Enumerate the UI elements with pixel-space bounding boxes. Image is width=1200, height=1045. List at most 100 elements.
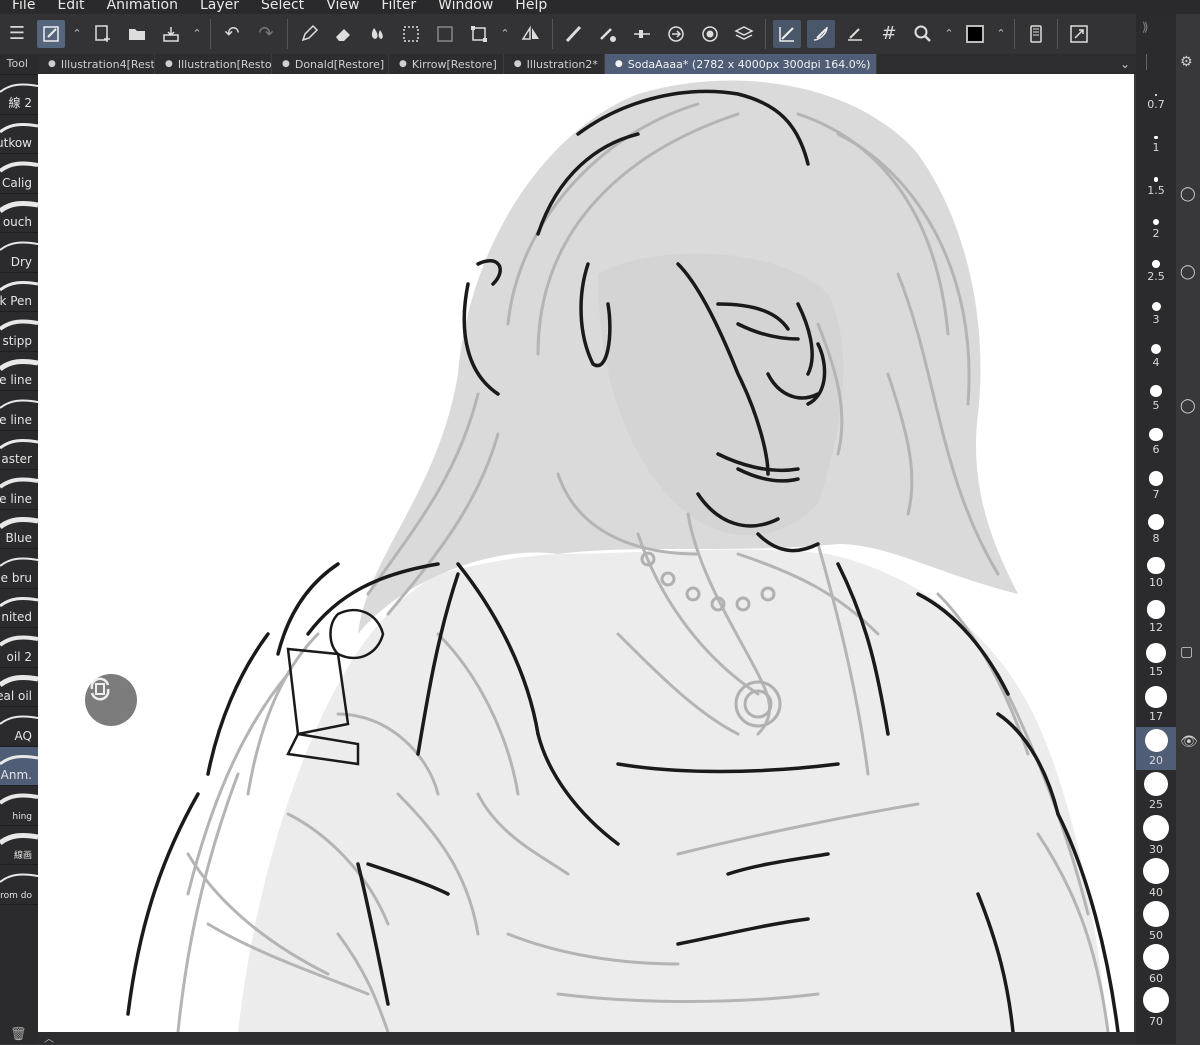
brush-size-item[interactable]: 7 [1136,469,1176,512]
special-ruler-icon[interactable] [807,20,835,48]
eye-icon[interactable]: 👁 [1180,734,1198,750]
ruler-snap-icon[interactable] [773,20,801,48]
undo-icon[interactable]: ↶ [218,20,246,48]
brush-size-item[interactable]: 12 [1136,598,1176,641]
brush-item[interactable]: hing [0,786,38,826]
transform-icon[interactable] [465,20,493,48]
brush-item[interactable]: Anm. [0,746,38,786]
chevron-updown-icon[interactable]: ⌃ [942,20,956,48]
tab-sodaaaaa[interactable]: ● SodaAaaa* (2782 x 4000px 300dpi 164.0%) [604,54,878,74]
brush-size-item[interactable]: 20 [1136,727,1176,770]
radio-icon[interactable]: ◯ [1180,186,1196,202]
grid-icon[interactable]: # [875,20,903,48]
selection-icon[interactable] [397,20,425,48]
target-icon[interactable] [696,20,724,48]
brush-size-item[interactable]: 40 [1136,856,1176,899]
brush-item[interactable]: nited [0,589,38,628]
open-folder-icon[interactable] [123,20,151,48]
brush-icon[interactable] [560,20,588,48]
brush-size-item[interactable]: 3 [1136,297,1176,340]
brush-size-item[interactable]: 2.5 [1136,254,1176,297]
layers-icon[interactable] [730,20,758,48]
brush-size-item[interactable]: 25 [1136,770,1176,813]
brush-size-item[interactable]: 8 [1136,512,1176,555]
brush-size-item[interactable]: 15 [1136,641,1176,684]
brush-item[interactable]: rom do [0,865,38,905]
radio-icon[interactable]: ◯ [1180,398,1196,414]
main-color-swatch[interactable] [961,20,989,48]
brush-item[interactable]: stipp [0,312,38,352]
brush-item[interactable]: Dry [0,233,38,273]
chevron-down-icon[interactable]: ⌄ [1120,57,1130,71]
brush-item[interactable]: Blue [0,510,38,549]
deselect-icon[interactable] [431,20,459,48]
brush-size-item[interactable]: 0.7 [1136,82,1176,125]
brush-size-item[interactable]: 1.5 [1136,168,1176,211]
brush-item[interactable]: ouch [0,194,38,233]
redo-icon[interactable]: ↷ [252,20,280,48]
trash-icon[interactable]: 🗑 [10,1027,27,1042]
brush-size-item[interactable]: 2 [1136,211,1176,254]
tab-illustration2[interactable]: ● Illustration2* [504,54,605,74]
brush-size-item[interactable]: 6 [1136,426,1176,469]
menu-animation[interactable]: Animation [107,0,178,12]
brush-size-item[interactable]: 1 [1136,125,1176,168]
chevron-updown-icon[interactable]: ⌃ [994,20,1008,48]
brush-item[interactable]: e line [0,391,38,431]
chevron-updown-icon[interactable]: ⌃ [190,20,204,48]
edit-tool-icon[interactable] [37,20,65,48]
brush-item[interactable]: e bru [0,549,38,589]
link-icon[interactable] [662,20,690,48]
menu-select[interactable]: Select [261,0,304,12]
brush-item[interactable]: 線画 [0,826,38,865]
save-icon[interactable] [157,20,185,48]
chevron-updown-icon[interactable]: ⌃ [498,20,512,48]
menu-layer[interactable]: Layer [200,0,239,12]
brush-item[interactable]: e line [0,470,38,510]
pen-icon[interactable] [295,20,323,48]
brush-size-item[interactable]: 5 [1136,383,1176,426]
brush-item[interactable]: AQ [0,707,38,747]
new-canvas-icon[interactable] [89,20,117,48]
brush-item[interactable]: eal oil [0,668,38,707]
magnifier-icon[interactable] [909,20,937,48]
chevron-updown-icon[interactable]: ⌃ [70,20,84,48]
menu-filter[interactable]: Filter [381,0,416,12]
menu-window[interactable]: Window [438,0,493,12]
square-icon[interactable]: ▢ [1180,644,1193,660]
fill-icon[interactable] [363,20,391,48]
brush-size-item[interactable]: 10 [1136,555,1176,598]
collapse-icon[interactable]: ⟫ [1142,20,1149,34]
tab-illustration[interactable]: ● Illustration[Restore] [155,54,272,74]
brush-size-item[interactable]: 30 [1136,813,1176,856]
tab-kirrow[interactable]: ● Kirrow[Restore] [389,54,504,74]
chevron-up-icon[interactable]: ︿ [44,1030,54,1045]
brush-item[interactable]: oil 2 [0,628,38,668]
ruler-icon[interactable] [841,20,869,48]
drawing-canvas[interactable] [38,74,1134,1032]
circle-icon[interactable]: ◯ [1180,264,1196,280]
tab-donald[interactable]: ● Donald[Restore] [272,54,389,74]
device-icon[interactable] [1022,20,1050,48]
brush-item[interactable]: Rutkow [0,115,38,154]
flip-icon[interactable] [517,20,545,48]
hamburger-icon[interactable]: ☰ [3,20,31,48]
brush-item[interactable]: e line [0,352,38,391]
brush-item[interactable]: Calig [0,154,38,194]
rotate-reset-button[interactable] [85,674,137,726]
brush-item[interactable]: k Pen [0,273,38,312]
menu-file[interactable]: File [12,0,35,12]
menu-view[interactable]: View [326,0,359,12]
brush-size-item[interactable]: 60 [1136,942,1176,985]
menu-help[interactable]: Help [515,0,547,12]
eraser-icon[interactable] [329,20,357,48]
slider-settings-icon[interactable] [628,20,656,48]
brush-size-item[interactable]: 17 [1136,684,1176,727]
fullscreen-icon[interactable] [1065,20,1093,48]
pen-settings-icon[interactable] [594,20,622,48]
menu-edit[interactable]: Edit [57,0,84,12]
brush-size-item[interactable]: 50 [1136,899,1176,942]
brush-size-item[interactable]: 70 [1136,985,1176,1028]
brush-size-item[interactable]: 4 [1136,340,1176,383]
settings-icon[interactable]: ⚙ [1180,54,1193,70]
